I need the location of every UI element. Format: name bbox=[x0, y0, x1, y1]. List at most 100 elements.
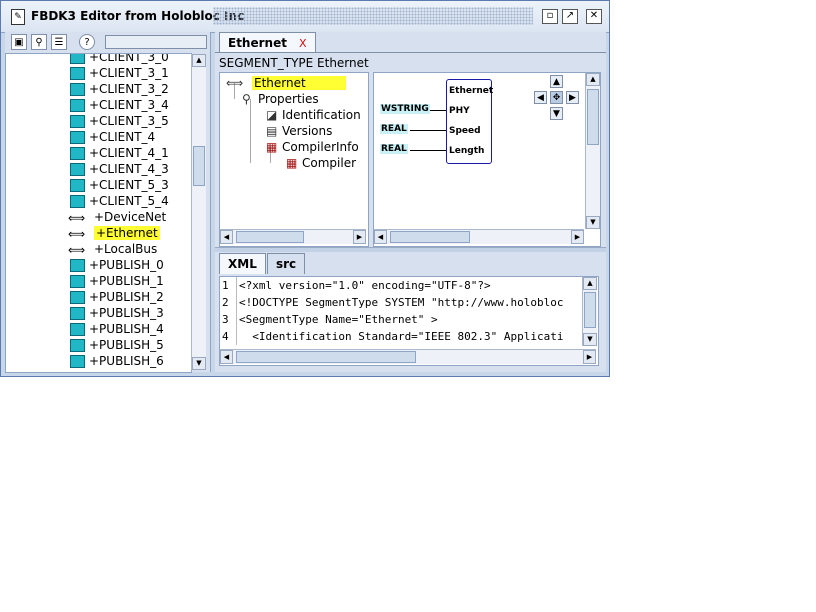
library-item[interactable]: ⟺ +Ethernet bbox=[68, 225, 160, 241]
library-item[interactable]: +PUBLISH_4 bbox=[70, 321, 164, 337]
library-item[interactable]: +CLIENT_3_0 bbox=[70, 54, 169, 65]
properties-tree-item[interactable]: ▤ Versions bbox=[266, 123, 332, 139]
library-item[interactable]: +CLIENT_5_3 bbox=[70, 177, 169, 193]
properties-tree-item[interactable]: ⟺ Ethernet bbox=[226, 75, 346, 91]
properties-tree[interactable]: ⟺ Ethernet ⚲ Properties ◪ Identification ▤ Vers… bbox=[219, 72, 369, 247]
scroll-thumb[interactable] bbox=[193, 146, 205, 186]
library-item[interactable]: ⟺ +DeviceNet bbox=[68, 209, 166, 225]
minimize-button[interactable]: ▫ bbox=[542, 9, 558, 24]
segment-icon: ⟺ bbox=[68, 210, 86, 225]
library-item[interactable]: +PUBLISH_0 bbox=[70, 257, 164, 273]
line-number: 3 bbox=[220, 311, 237, 328]
scroll-up-arrow-icon[interactable]: ▲ bbox=[586, 73, 600, 86]
function-block-icon bbox=[70, 54, 85, 64]
scroll-thumb[interactable] bbox=[390, 231, 470, 243]
library-item-label: +CLIENT_3_5 bbox=[89, 114, 169, 128]
function-block-icon bbox=[70, 99, 85, 112]
library-filter-field[interactable] bbox=[105, 35, 207, 49]
diagram-hscrollbar[interactable]: ◀ ▶ bbox=[374, 229, 584, 244]
code-vscrollbar[interactable]: ▲ ▼ bbox=[582, 277, 597, 346]
library-item[interactable]: ⟺ +LocalBus bbox=[68, 241, 157, 257]
code-text: <!DOCTYPE SegmentType SYSTEM "http://www… bbox=[239, 296, 564, 309]
checklist-icon[interactable]: ☰ bbox=[51, 34, 67, 50]
segment-header: SEGMENT_TYPE Ethernet bbox=[219, 56, 369, 70]
help-icon[interactable]: ? bbox=[79, 34, 95, 50]
port-name: Speed bbox=[449, 126, 481, 136]
library-item[interactable]: +CLIENT_3_2 bbox=[70, 81, 169, 97]
scroll-down-arrow-icon[interactable]: ▼ bbox=[583, 333, 597, 346]
function-block-icon bbox=[70, 323, 85, 336]
library-item[interactable]: +CLIENT_4 bbox=[70, 129, 155, 145]
scroll-down-arrow-icon[interactable]: ▼ bbox=[192, 357, 206, 370]
identification-icon: ◪ bbox=[266, 108, 278, 122]
pan-left-icon[interactable]: ◀ bbox=[534, 91, 547, 104]
scroll-down-arrow-icon[interactable]: ▼ bbox=[586, 216, 600, 229]
maximize-button[interactable]: ↗ bbox=[562, 9, 578, 24]
properties-tree-item[interactable]: ▦ CompilerInfo bbox=[266, 139, 359, 155]
close-button[interactable]: ✕ bbox=[586, 9, 602, 24]
properties-hscrollbar[interactable]: ◀ ▶ bbox=[220, 229, 366, 244]
library-item[interactable]: +CLIENT_3_5 bbox=[70, 113, 169, 129]
library-tree[interactable]: +CLIENT_3_0 +CLIENT_3_1 +CLIENT_3_2 +CLIENT… bbox=[5, 53, 192, 373]
library-item[interactable]: +CLIENT_4_1 bbox=[70, 145, 169, 161]
tab-close-icon[interactable]: X bbox=[299, 37, 307, 50]
pan-up-icon[interactable]: ▲ bbox=[550, 75, 563, 88]
find-icon[interactable]: ⚲ bbox=[31, 34, 47, 50]
scroll-right-arrow-icon[interactable]: ▶ bbox=[571, 230, 584, 244]
scroll-thumb[interactable] bbox=[587, 89, 599, 145]
port-type: REAL bbox=[380, 124, 408, 134]
library-item[interactable]: +PUBLISH_1 bbox=[70, 273, 164, 289]
scroll-thumb[interactable] bbox=[236, 231, 304, 243]
scroll-thumb[interactable] bbox=[236, 351, 416, 363]
save-icon[interactable]: ▣ bbox=[11, 34, 27, 50]
pan-right-icon[interactable]: ▶ bbox=[566, 91, 579, 104]
library-item-label: +CLIENT_4_3 bbox=[89, 162, 169, 176]
library-scrollbar[interactable]: ▲ ▼ bbox=[191, 54, 206, 370]
tab-ethernet[interactable]: Ethernet X bbox=[219, 32, 316, 53]
tab-src[interactable]: src bbox=[267, 253, 306, 274]
library-item-label: +CLIENT_3_1 bbox=[89, 66, 169, 80]
library-item[interactable]: +CLIENT_3_4 bbox=[70, 97, 169, 113]
code-hscrollbar[interactable]: ◀ ▶ bbox=[220, 349, 596, 364]
pan-center-icon[interactable]: ✥ bbox=[550, 91, 563, 104]
library-item[interactable]: +PUBLISH_3 bbox=[70, 305, 164, 321]
segment-diagram[interactable]: Ethernet PHY Speed Length WSTRING REAL R… bbox=[373, 72, 601, 247]
properties-tree-item[interactable]: ◪ Identification bbox=[266, 107, 361, 123]
library-item[interactable]: +CLIENT_3_1 bbox=[70, 65, 169, 81]
library-item[interactable]: +PUBLISH_2 bbox=[70, 289, 164, 305]
library-item[interactable]: +CLIENT_4_3 bbox=[70, 161, 169, 177]
properties-tree-item[interactable]: ⚲ Properties bbox=[242, 91, 319, 107]
function-block[interactable]: Ethernet PHY Speed Length bbox=[446, 79, 493, 164]
scroll-left-arrow-icon[interactable]: ◀ bbox=[220, 230, 233, 244]
scroll-left-arrow-icon[interactable]: ◀ bbox=[374, 230, 387, 244]
segment-icon: ⟺ bbox=[68, 242, 86, 257]
diagram-vscrollbar[interactable]: ▲ ▼ bbox=[585, 73, 600, 229]
split-divider[interactable] bbox=[215, 247, 606, 252]
versions-icon: ▤ bbox=[266, 124, 278, 138]
function-block-icon bbox=[70, 339, 85, 352]
function-block-icon bbox=[70, 195, 85, 208]
title-bar[interactable]: ✎ FBDK3 Editor from Holobloc Inc ▫ ↗ ✕ bbox=[1, 1, 609, 33]
library-item[interactable]: +CLIENT_5_4 bbox=[70, 193, 169, 209]
library-toolbar: ▣ ⚲ ☰ ? bbox=[5, 32, 210, 52]
app-icon: ✎ bbox=[11, 9, 25, 25]
scroll-right-arrow-icon[interactable]: ▶ bbox=[583, 350, 596, 364]
port-name: Length bbox=[449, 146, 485, 156]
tab-label: Ethernet bbox=[228, 36, 287, 50]
function-block-icon bbox=[70, 259, 85, 272]
library-item[interactable]: +PUBLISH_6 bbox=[70, 353, 164, 369]
tab-xml[interactable]: XML bbox=[219, 253, 266, 274]
scroll-up-arrow-icon[interactable]: ▲ bbox=[192, 54, 206, 67]
library-item[interactable]: +PUBLISH_5 bbox=[70, 337, 164, 353]
port-type: REAL bbox=[380, 144, 408, 154]
library-item-label: +Ethernet bbox=[94, 226, 160, 240]
properties-tree-item[interactable]: ▦ Compiler bbox=[286, 155, 356, 171]
library-item-label: +PUBLISH_6 bbox=[89, 354, 164, 368]
folder-icon: ⚲ bbox=[242, 92, 251, 106]
scroll-left-arrow-icon[interactable]: ◀ bbox=[220, 350, 233, 364]
pan-down-icon[interactable]: ▼ bbox=[550, 107, 563, 120]
scroll-up-arrow-icon[interactable]: ▲ bbox=[583, 277, 597, 290]
port-type: WSTRING bbox=[380, 104, 430, 114]
scroll-thumb[interactable] bbox=[584, 292, 596, 328]
scroll-right-arrow-icon[interactable]: ▶ bbox=[353, 230, 366, 244]
